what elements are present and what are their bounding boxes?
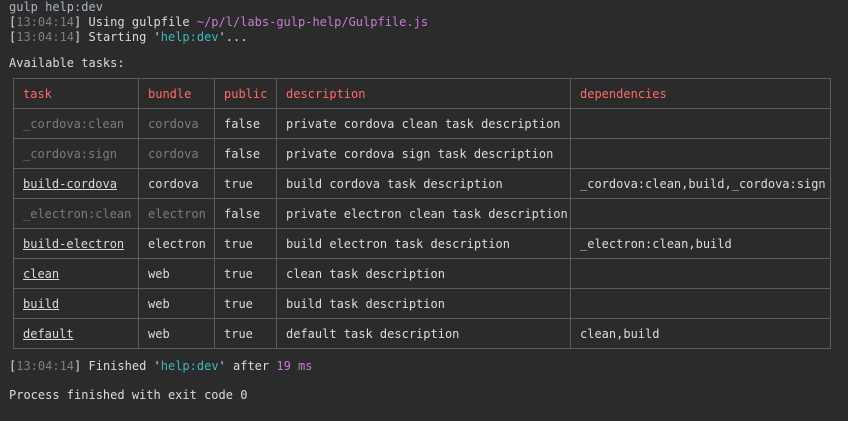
- bundle-cell: web: [138, 318, 215, 349]
- public-cell: true: [214, 318, 277, 349]
- description-cell: build task description: [276, 288, 571, 319]
- table-row: build-electron electron true build elect…: [13, 228, 831, 259]
- task-cell: _cordova:clean: [13, 108, 139, 139]
- column-header-task: task: [13, 78, 139, 109]
- log-text: Finished ': [81, 359, 161, 373]
- dependencies-cell: [570, 108, 831, 139]
- gulpfile-path: ~/p/l/labs-gulp-help/Gulpfile.js: [196, 15, 429, 29]
- exit-status-line: Process finished with exit code 0: [9, 388, 248, 402]
- public-cell: false: [214, 198, 277, 229]
- log-text: Starting ': [81, 30, 161, 44]
- task-name: help:dev: [160, 30, 219, 44]
- duration: 19 ms: [276, 359, 313, 373]
- dependencies-cell: [570, 198, 831, 229]
- task-cell: build: [13, 288, 139, 319]
- description-cell: clean task description: [276, 258, 571, 289]
- task-cell: _cordova:sign: [13, 138, 139, 169]
- bundle-cell: cordova: [138, 168, 215, 199]
- timestamp: 13:04:14: [16, 30, 75, 44]
- tasks-table: task bundle public description dependenc…: [13, 78, 831, 349]
- description-cell: private cordova clean task description: [276, 108, 571, 139]
- dependencies-cell: [570, 288, 831, 319]
- task-link[interactable]: build-cordova: [23, 177, 117, 191]
- column-header-public: public: [214, 78, 277, 109]
- dependencies-cell: [570, 258, 831, 289]
- task-name: help:dev: [160, 359, 219, 373]
- bundle-cell: cordova: [138, 138, 215, 169]
- terminal-output: gulp help:dev [13:04:14] Using gulpfile …: [0, 0, 848, 421]
- description-cell: build cordova task description: [276, 168, 571, 199]
- task-link[interactable]: build-electron: [23, 237, 124, 251]
- timestamp: 13:04:14: [16, 359, 75, 373]
- table-row: _cordova:sign cordova false private cord…: [13, 138, 831, 169]
- table-row: build web true build task description: [13, 288, 831, 319]
- public-cell: false: [214, 138, 277, 169]
- log-line-starting: [13:04:14] Starting 'help:dev'...: [9, 30, 248, 44]
- available-tasks-label: Available tasks:: [9, 56, 125, 70]
- column-header-dependencies: dependencies: [570, 78, 831, 109]
- description-cell: default task description: [276, 318, 571, 349]
- dependencies-cell: _cordova:clean,build,_cordova:sign: [570, 168, 831, 199]
- table-header-row: task bundle public description dependenc…: [13, 78, 831, 109]
- task-cell: build-electron: [13, 228, 139, 259]
- task-cell: _electron:clean: [13, 198, 139, 229]
- public-cell: false: [214, 108, 277, 139]
- bundle-cell: cordova: [138, 108, 215, 139]
- log-text-middle: ' after: [218, 359, 277, 373]
- log-text-suffix: '...: [218, 30, 248, 44]
- description-cell: private electron clean task description: [276, 198, 571, 229]
- public-cell: true: [214, 168, 277, 199]
- log-line-using-gulpfile: [13:04:14] Using gulpfile ~/p/l/labs-gul…: [9, 15, 429, 29]
- log-line-finished: [13:04:14] Finished 'help:dev' after 19 …: [9, 359, 313, 373]
- description-cell: private cordova sign task description: [276, 138, 571, 169]
- description-cell: build electron task description: [276, 228, 571, 259]
- table-row: build-cordova cordova true build cordova…: [13, 168, 831, 199]
- dependencies-cell: [570, 138, 831, 169]
- log-text: Using gulpfile: [81, 15, 197, 29]
- bundle-cell: web: [138, 288, 215, 319]
- task-cell: clean: [13, 258, 139, 289]
- table-row: _cordova:clean cordova false private cor…: [13, 108, 831, 139]
- bundle-cell: electron: [138, 198, 215, 229]
- table-row: clean web true clean task description: [13, 258, 831, 289]
- dependencies-cell: _electron:clean,build: [570, 228, 831, 259]
- task-link[interactable]: build: [23, 297, 59, 311]
- column-header-description: description: [276, 78, 571, 109]
- command-line: gulp help:dev: [9, 0, 103, 14]
- task-link[interactable]: clean: [23, 267, 59, 281]
- timestamp: 13:04:14: [16, 15, 75, 29]
- task-cell: default: [13, 318, 139, 349]
- table-row: default web true default task descriptio…: [13, 318, 831, 349]
- task-cell: build-cordova: [13, 168, 139, 199]
- public-cell: true: [214, 288, 277, 319]
- public-cell: true: [214, 228, 277, 259]
- table-row: _electron:clean electron false private e…: [13, 198, 831, 229]
- task-link[interactable]: default: [23, 327, 74, 341]
- bundle-cell: web: [138, 258, 215, 289]
- bundle-cell: electron: [138, 228, 215, 259]
- public-cell: true: [214, 258, 277, 289]
- dependencies-cell: clean,build: [570, 318, 831, 349]
- column-header-bundle: bundle: [138, 78, 215, 109]
